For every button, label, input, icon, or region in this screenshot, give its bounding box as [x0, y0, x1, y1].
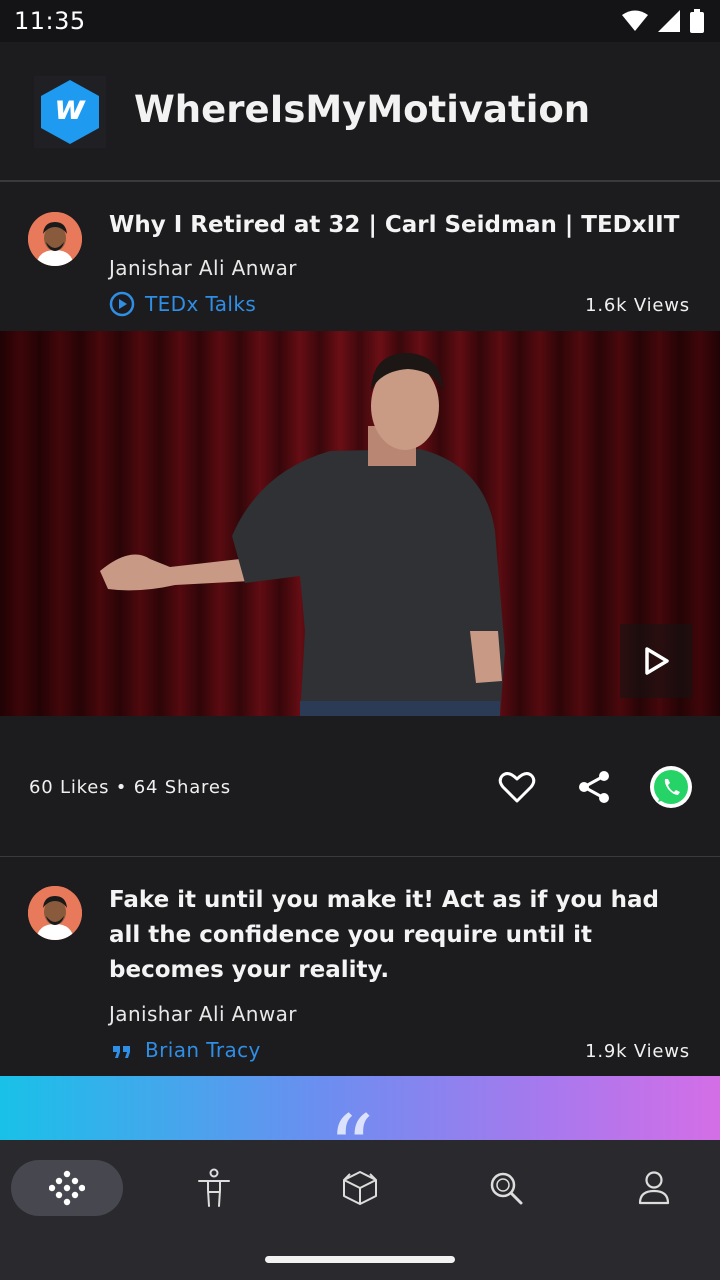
post-source[interactable]: Brian Tracy: [109, 1037, 261, 1063]
app-header: w WhereIsMyMotivation: [0, 42, 720, 182]
post-author[interactable]: Janishar Ali Anwar: [109, 256, 297, 280]
person-icon: [198, 1168, 230, 1207]
post-card-video[interactable]: Why I Retired at 32 | Carl Seidman | TED…: [0, 184, 720, 331]
heart-icon: [498, 772, 536, 803]
play-icon: [645, 647, 669, 675]
nav-search[interactable]: [476, 1160, 536, 1216]
share-button[interactable]: [573, 766, 615, 808]
logo-letter: w: [54, 88, 86, 128]
profile-icon: [638, 1171, 670, 1205]
bottom-navigation: [0, 1140, 720, 1280]
status-time: 11:35: [14, 7, 86, 35]
status-icons: [622, 9, 704, 33]
box-icon: [343, 1171, 377, 1205]
source-label: TEDx Talks: [145, 292, 257, 316]
quote-banner[interactable]: “: [0, 1076, 720, 1140]
quote-mark: “: [328, 1104, 374, 1141]
nav-profile[interactable]: [624, 1160, 684, 1216]
quote-icon: [113, 1046, 130, 1058]
wifi-icon: [622, 10, 648, 31]
author-avatar[interactable]: [28, 886, 82, 940]
whatsapp-button[interactable]: [650, 766, 692, 808]
battery-icon: [690, 9, 704, 33]
cell-signal-icon: [658, 10, 680, 32]
like-button[interactable]: [496, 766, 538, 808]
search-icon: [490, 1172, 523, 1205]
post-author[interactable]: Janishar Ali Anwar: [109, 1002, 297, 1026]
home-indicator[interactable]: [265, 1256, 455, 1263]
nav-home[interactable]: [11, 1160, 123, 1216]
share-icon: [579, 771, 609, 803]
nav-library[interactable]: [330, 1160, 390, 1216]
post-views: 1.6k Views: [585, 295, 690, 316]
status-bar: 11:35: [0, 0, 720, 42]
play-circle-icon: [109, 291, 135, 317]
nav-motivation[interactable]: [184, 1160, 244, 1216]
post-title[interactable]: Fake it until you make it! Act as if you…: [109, 883, 690, 988]
video-thumbnail[interactable]: [0, 331, 720, 716]
source-label: Brian Tracy: [145, 1038, 261, 1062]
app-logo[interactable]: w: [34, 76, 106, 148]
post-source[interactable]: TEDx Talks: [109, 291, 256, 317]
app-title: WhereIsMyMotivation: [134, 88, 591, 131]
engagement-row: 60 Likes • 64 Shares: [0, 716, 720, 857]
whatsapp-icon: [650, 766, 692, 808]
post-title[interactable]: Why I Retired at 32 | Carl Seidman | TED…: [109, 208, 690, 243]
dots-grid-icon: [49, 1170, 85, 1206]
post-card-quote[interactable]: Fake it until you make it! Act as if you…: [0, 858, 720, 1076]
post-views: 1.9k Views: [585, 1041, 690, 1062]
video-play-button[interactable]: [620, 624, 692, 698]
engagement-stats: 60 Likes • 64 Shares: [29, 777, 231, 798]
author-avatar[interactable]: [28, 212, 82, 266]
